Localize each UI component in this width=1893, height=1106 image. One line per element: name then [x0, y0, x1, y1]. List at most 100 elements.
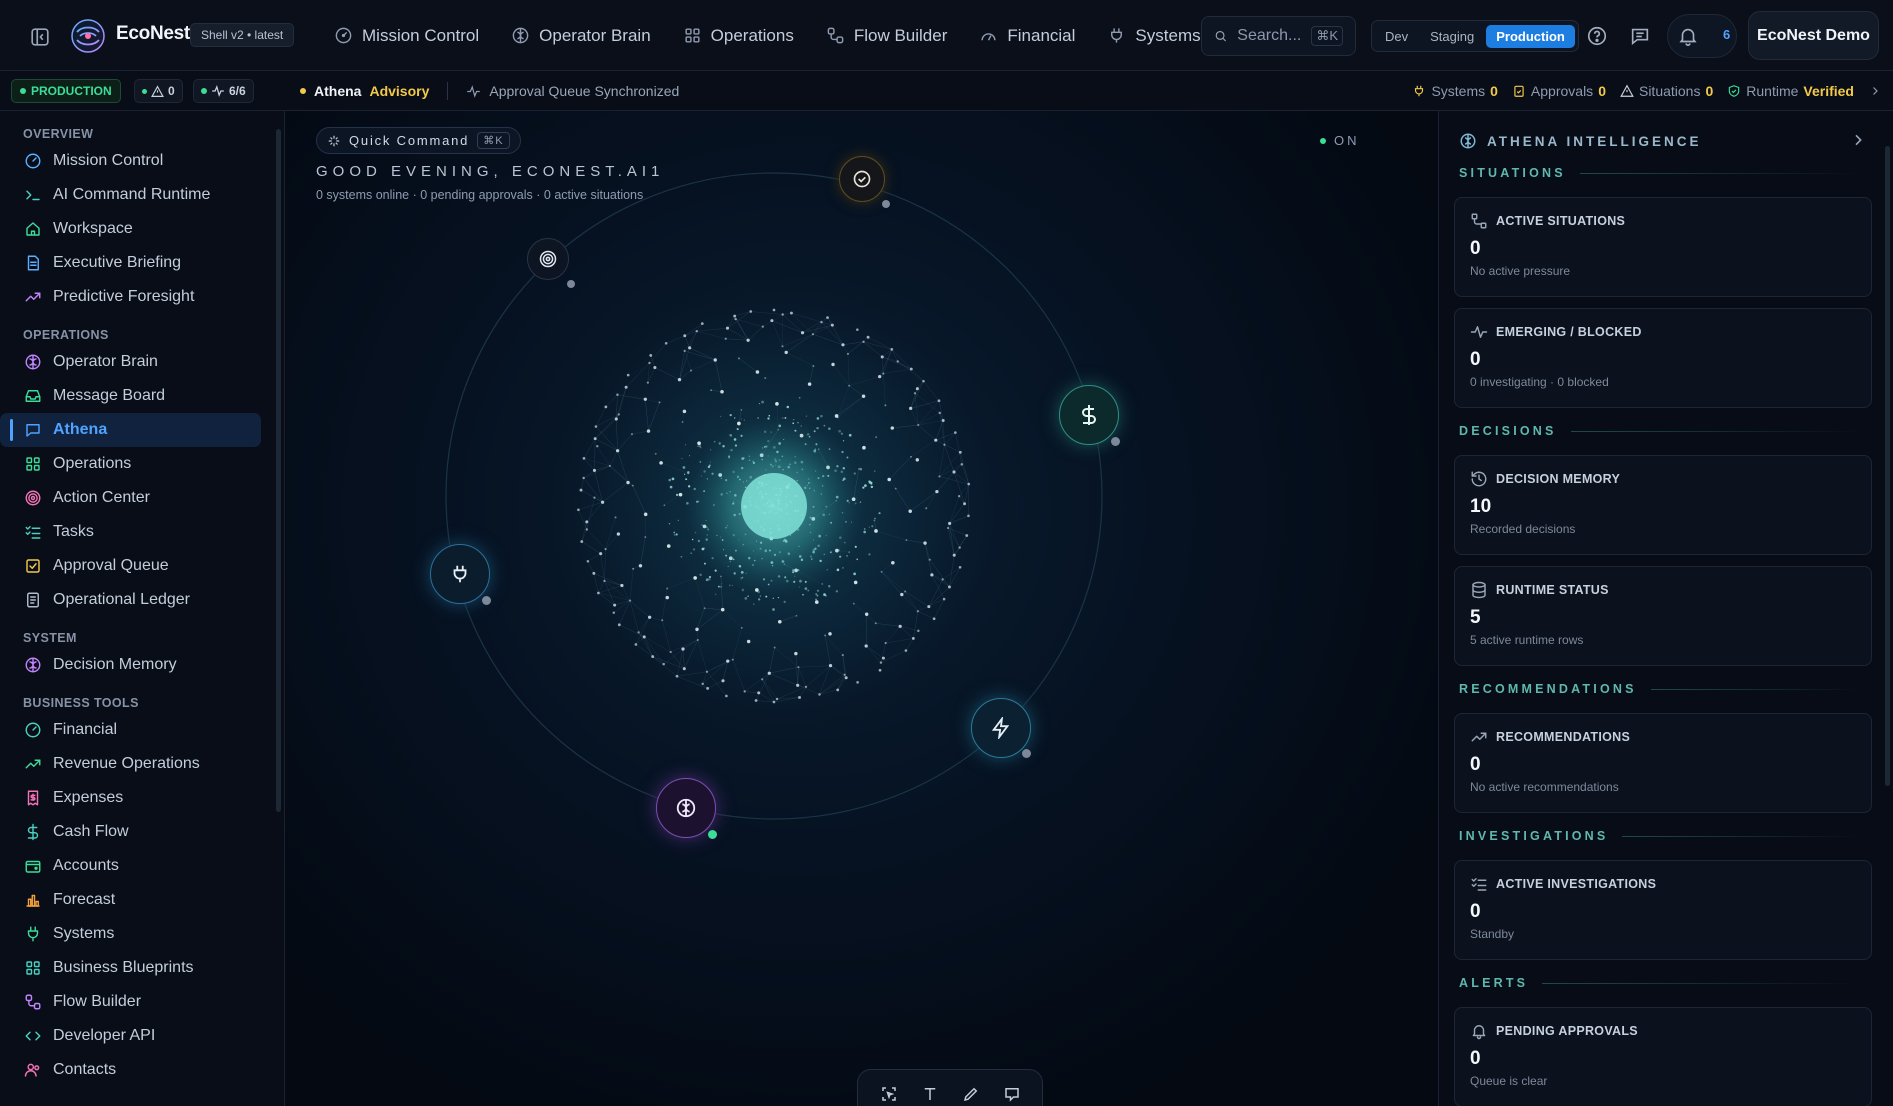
- sphere-particle: [654, 452, 657, 455]
- status-approvals[interactable]: Approvals 0: [1512, 83, 1606, 99]
- sidebar-item-developer-api[interactable]: Developer API: [0, 1019, 261, 1053]
- node-status-dot: [882, 200, 890, 208]
- select-icon[interactable]: [880, 1085, 898, 1103]
- sidebar-item-tasks[interactable]: Tasks: [0, 515, 261, 549]
- orbit-node-brain[interactable]: [656, 778, 716, 838]
- topnav-financial[interactable]: Financial: [963, 0, 1091, 71]
- terminal-icon: [26, 190, 40, 201]
- card-value: 0: [1470, 901, 1481, 922]
- status-systems[interactable]: Systems 0: [1412, 83, 1498, 99]
- status-runtime[interactable]: Runtime Verified: [1727, 83, 1881, 99]
- orbit-node-financial[interactable]: [1059, 385, 1119, 445]
- sphere-particle: [856, 328, 859, 331]
- orbit-node-automation[interactable]: [971, 698, 1031, 758]
- sidebar-toggle-icon[interactable]: [28, 25, 52, 49]
- orbit-node-systems[interactable]: [430, 544, 490, 604]
- chevron-right-icon[interactable]: [1869, 85, 1881, 97]
- card-active-investigations[interactable]: ACTIVE INVESTIGATIONS 0 Standby: [1454, 860, 1872, 960]
- sphere-particle: [596, 445, 599, 448]
- health-badge[interactable]: 6/6: [193, 79, 254, 103]
- alert-count-badge[interactable]: 0: [134, 79, 183, 103]
- sidebar-item-athena[interactable]: Athena: [0, 413, 261, 447]
- athena-status-indicator[interactable]: ON: [1320, 133, 1360, 148]
- card-title-row: ACTIVE INVESTIGATIONS: [1470, 875, 1856, 893]
- topnav-mission-control[interactable]: Mission Control: [318, 0, 495, 71]
- breadcrumb-page[interactable]: Athena: [314, 83, 361, 99]
- comment-icon[interactable]: [1003, 1085, 1021, 1103]
- env-production-button[interactable]: Production: [1486, 24, 1575, 48]
- quick-command-button[interactable]: Quick Command ⌘K: [316, 127, 521, 154]
- card-active-situations[interactable]: ACTIVE SITUATIONS 0 No active pressure: [1454, 197, 1872, 297]
- card-emerging-blocked[interactable]: EMERGING / BLOCKED 0 0 investigating · 0 b…: [1454, 308, 1872, 408]
- sidebar-item-operational-ledger[interactable]: Operational Ledger: [0, 583, 261, 617]
- sphere-particle: [878, 374, 882, 379]
- sphere-particle: [896, 360, 899, 363]
- sidebar-item-executive-briefing[interactable]: Executive Briefing: [0, 246, 261, 280]
- card-title-row: RECOMMENDATIONS: [1470, 728, 1856, 746]
- card-recommendations[interactable]: RECOMMENDATIONS 0 No active recommendation…: [1454, 713, 1872, 813]
- breadcrumb: Athena Advisory Approval Queue Synchroni…: [300, 71, 679, 111]
- panel-scrollbar[interactable]: [1885, 146, 1890, 786]
- sidebar-item-accounts[interactable]: Accounts: [0, 849, 261, 883]
- sidebar-item-operator-brain[interactable]: Operator Brain: [0, 345, 261, 379]
- core-particle: [682, 466, 686, 469]
- sidebar-item-revenue-operations[interactable]: Revenue Operations: [0, 747, 261, 781]
- status-value: 0: [1490, 83, 1498, 99]
- sidebar-item-flow-builder[interactable]: Flow Builder: [0, 985, 261, 1019]
- sidebar-item-forecast[interactable]: Forecast: [0, 883, 261, 917]
- sphere-particle: [798, 696, 801, 699]
- topnav-systems[interactable]: Systems: [1091, 0, 1216, 71]
- sidebar-item-action-center[interactable]: Action Center: [0, 481, 261, 515]
- orbit-node-targets[interactable]: [527, 238, 569, 280]
- sphere-particle: [952, 470, 956, 474]
- card-runtime-status[interactable]: RUNTIME STATUS 5 5 active runtime rows: [1454, 566, 1872, 666]
- core-particle: [848, 433, 852, 437]
- status-situations[interactable]: Situations 0: [1620, 83, 1713, 99]
- sidebar-item-business-blueprints[interactable]: Business Blueprints: [0, 951, 261, 985]
- core-particle: [669, 485, 673, 489]
- topnav-operations[interactable]: Operations: [667, 0, 810, 71]
- text-icon[interactable]: [921, 1085, 939, 1103]
- user-menu-button[interactable]: EcoNest Demo: [1748, 11, 1879, 60]
- env-dev-button[interactable]: Dev: [1375, 25, 1418, 48]
- sphere-particle: [683, 334, 687, 338]
- collapse-panel-chevron-icon[interactable]: [1849, 131, 1867, 149]
- athena-status-label: ON: [1334, 133, 1360, 148]
- sidebar-item-decision-memory[interactable]: Decision Memory: [0, 648, 261, 682]
- sidebar-item-predictive-foresight[interactable]: Predictive Foresight: [0, 280, 261, 314]
- sidebar-item-message-board[interactable]: Message Board: [0, 379, 261, 413]
- search-input[interactable]: Search... ⌘K: [1201, 16, 1356, 56]
- sidebar-item-systems[interactable]: Systems: [0, 917, 261, 951]
- sidebar-scrollbar[interactable]: [276, 129, 281, 812]
- sidebar-item-expenses[interactable]: Expenses: [0, 781, 261, 815]
- sidebar-item-operations[interactable]: Operations: [0, 447, 261, 481]
- env-staging-button[interactable]: Staging: [1420, 25, 1484, 48]
- sphere-particle: [864, 644, 868, 648]
- pencil-icon[interactable]: [962, 1085, 980, 1103]
- sphere-particle: [861, 394, 866, 399]
- topnav-flow-builder[interactable]: Flow Builder: [810, 0, 964, 71]
- sidebar-item-cash-flow[interactable]: Cash Flow: [0, 815, 261, 849]
- sphere-particle: [664, 341, 668, 345]
- sidebar-item-contacts[interactable]: Contacts: [0, 1053, 261, 1087]
- messages-icon[interactable]: [1628, 24, 1652, 48]
- core-particle: [758, 402, 761, 405]
- orbit-node-approvals[interactable]: [839, 156, 885, 202]
- sphere-particle: [841, 654, 844, 657]
- sidebar-item-ai-command-runtime[interactable]: AI Command Runtime: [0, 178, 261, 212]
- card-decision-memory[interactable]: DECISION MEMORY 10 Recorded decisions: [1454, 455, 1872, 555]
- topnav-operator-brain[interactable]: Operator Brain: [495, 0, 667, 71]
- sidebar-item-approval-queue[interactable]: Approval Queue: [0, 549, 261, 583]
- target-icon: [25, 490, 41, 506]
- help-icon[interactable]: [1585, 24, 1609, 48]
- bell-icon[interactable]: [1676, 24, 1700, 48]
- sidebar-item-mission-control[interactable]: Mission Control: [0, 144, 261, 178]
- core-particle: [717, 585, 720, 588]
- card-pending-approvals[interactable]: PENDING APPROVALS 0 Queue is clear: [1454, 1007, 1872, 1106]
- sphere-particle: [624, 385, 628, 389]
- core-particle: [878, 512, 881, 515]
- sidebar-item-workspace[interactable]: Workspace: [0, 212, 261, 246]
- sphere-particle: [724, 337, 727, 340]
- econest-logo-icon[interactable]: [70, 18, 106, 54]
- sidebar-item-financial[interactable]: Financial: [0, 713, 261, 747]
